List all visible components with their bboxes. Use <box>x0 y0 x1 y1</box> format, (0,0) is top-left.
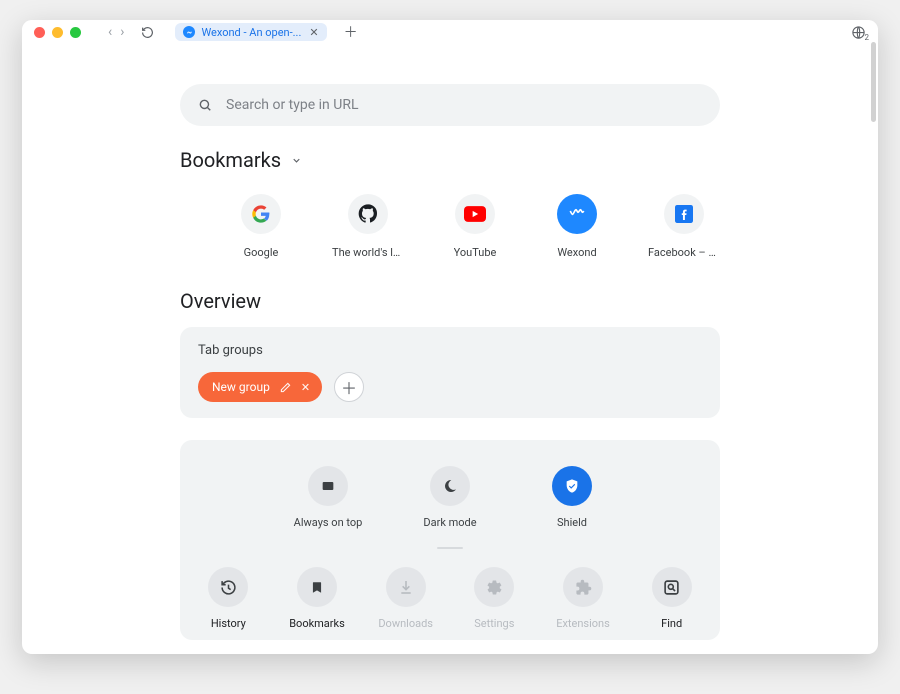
divider <box>437 547 463 549</box>
bookmarks-heading-row[interactable]: Bookmarks <box>180 148 720 172</box>
new-group-pill[interactable]: New group ✕ <box>198 372 322 402</box>
new-group-label: New group <box>212 380 270 394</box>
github-icon <box>348 194 388 234</box>
action-find[interactable]: Find <box>641 567 702 630</box>
browser-window: ‹ › ~ Wexond - An open-... ✕ ＋ 2 <box>22 20 878 654</box>
bookmark-icon <box>297 567 337 607</box>
quick-dark-mode[interactable]: Dark mode <box>410 466 490 529</box>
search-input[interactable] <box>226 97 702 113</box>
chevron-down-icon <box>291 155 302 166</box>
back-button[interactable]: ‹ <box>108 25 112 39</box>
tab-groups-title: Tab groups <box>198 343 702 358</box>
bookmarks-heading: Bookmarks <box>180 148 281 172</box>
bookmark-label: Google <box>244 246 279 259</box>
google-icon <box>241 194 281 234</box>
actions-row: History Bookmarks Downloads <box>198 567 702 630</box>
wexond-icon: ~ <box>183 26 195 38</box>
quick-always-on-top[interactable]: Always on top <box>288 466 368 529</box>
forward-button[interactable]: › <box>120 25 124 39</box>
action-label: Extensions <box>556 617 610 630</box>
download-icon <box>386 567 426 607</box>
translate-badge: 2 <box>865 33 870 42</box>
nav-arrows: ‹ › <box>108 25 124 39</box>
window-maximize-traffic[interactable] <box>70 27 81 38</box>
bookmarks-row: Google The world's lead… YouTube <box>180 194 720 259</box>
bookmark-youtube[interactable]: YouTube <box>444 194 506 259</box>
action-downloads[interactable]: Downloads <box>375 567 436 630</box>
tab-groups-row: New group ✕ ＋ <box>198 372 702 402</box>
window-close-traffic[interactable] <box>34 27 45 38</box>
square-icon <box>308 466 348 506</box>
find-icon <box>652 567 692 607</box>
quick-card: Always on top Dark mode Shield <box>180 440 720 640</box>
action-bookmarks[interactable]: Bookmarks <box>287 567 348 630</box>
action-label: History <box>211 617 246 630</box>
gear-icon <box>474 567 514 607</box>
history-icon <box>208 567 248 607</box>
action-label: Bookmarks <box>289 617 345 630</box>
bookmark-facebook[interactable]: Facebook – zal… <box>648 194 720 259</box>
active-tab[interactable]: ~ Wexond - An open-... ✕ <box>175 23 326 41</box>
window-minimize-traffic[interactable] <box>52 27 63 38</box>
close-icon[interactable]: ✕ <box>301 381 310 394</box>
puzzle-icon <box>563 567 603 607</box>
shield-icon <box>552 466 592 506</box>
bookmark-label: Wexond <box>557 246 596 259</box>
add-group-button[interactable]: ＋ <box>334 372 364 402</box>
bookmark-github[interactable]: The world's lead… <box>332 194 404 259</box>
tab-title: Wexond - An open-... <box>201 26 301 39</box>
reload-button[interactable] <box>141 26 154 39</box>
pencil-icon[interactable] <box>280 382 291 393</box>
translate-icon[interactable]: 2 <box>851 25 866 40</box>
scrollbar-thumb[interactable] <box>871 42 876 122</box>
titlebar-right: 2 <box>851 25 866 40</box>
wexond-icon <box>557 194 597 234</box>
action-settings[interactable]: Settings <box>464 567 525 630</box>
bookmark-label: Facebook – zal… <box>648 246 720 259</box>
titlebar: ‹ › ~ Wexond - An open-... ✕ ＋ 2 <box>22 20 878 44</box>
action-extensions[interactable]: Extensions <box>553 567 614 630</box>
bookmark-google[interactable]: Google <box>230 194 292 259</box>
bookmark-label: YouTube <box>454 246 497 259</box>
facebook-icon <box>664 194 704 234</box>
quick-row: Always on top Dark mode Shield <box>198 466 702 529</box>
action-label: Settings <box>474 617 514 630</box>
action-label: Find <box>661 617 682 630</box>
bookmark-wexond[interactable]: Wexond <box>546 194 608 259</box>
quick-label: Always on top <box>294 516 363 529</box>
content: Bookmarks Google The world's lea <box>22 44 878 654</box>
action-history[interactable]: History <box>198 567 259 630</box>
tab-groups-card: Tab groups New group ✕ ＋ <box>180 327 720 418</box>
quick-label: Shield <box>557 516 587 529</box>
overview-heading: Overview <box>180 289 720 313</box>
search-icon <box>198 98 212 112</box>
search-bar[interactable] <box>180 84 720 126</box>
action-label: Downloads <box>378 617 433 630</box>
bookmark-label: The world's lead… <box>332 246 404 259</box>
new-tab-button[interactable]: ＋ <box>344 22 358 42</box>
moon-icon <box>430 466 470 506</box>
quick-label: Dark mode <box>423 516 476 529</box>
tab-close-icon[interactable]: ✕ <box>309 26 318 39</box>
youtube-icon <box>455 194 495 234</box>
quick-shield[interactable]: Shield <box>532 466 612 529</box>
